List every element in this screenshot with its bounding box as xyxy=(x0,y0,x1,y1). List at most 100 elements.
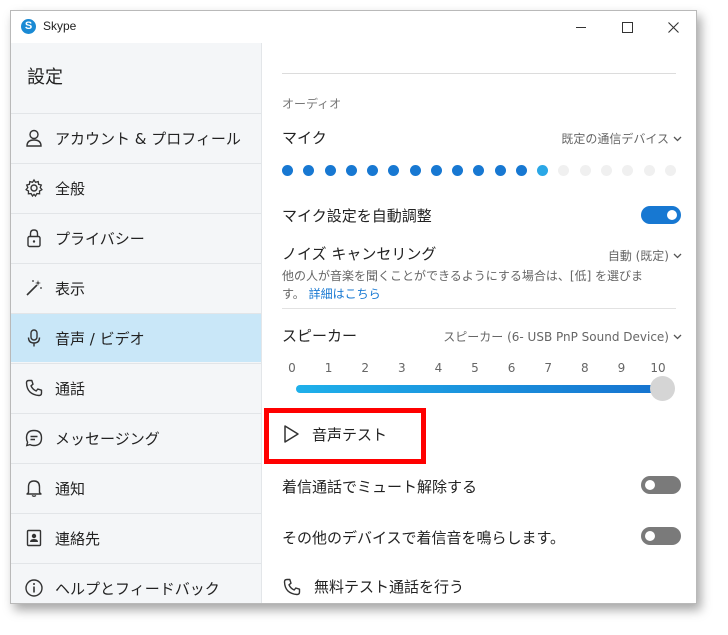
mic-level-dot xyxy=(367,164,379,176)
divider xyxy=(282,308,676,309)
magic-wand-icon xyxy=(23,277,45,299)
volume-tick-label: 0 xyxy=(288,361,296,375)
sidebar-item-label: プライバシー xyxy=(55,229,145,248)
chevron-down-icon xyxy=(673,136,682,141)
settings-sidebar: 設定 アカウント & プロフィール 全般 プライバシー 表示 音声 / ビデオ … xyxy=(11,43,262,603)
speaker-device-value: スピーカー (6- USB PnP Sound Device) xyxy=(443,330,669,344)
speaker-device-select[interactable]: スピーカー (6- USB PnP Sound Device) xyxy=(443,328,682,345)
sidebar-item-label: 表示 xyxy=(55,279,86,298)
sidebar-item-notifications[interactable]: 通知 xyxy=(11,463,261,512)
gear-icon xyxy=(23,177,45,199)
mic-level-dot xyxy=(430,164,442,176)
sidebar-item-audio-video[interactable]: 音声 / ビデオ xyxy=(11,313,261,362)
free-test-call-label: 無料テスト通話を行う xyxy=(314,578,465,596)
mic-device-select[interactable]: 既定の通信デバイス xyxy=(561,130,682,147)
sidebar-item-label: 連絡先 xyxy=(55,529,101,548)
close-button[interactable] xyxy=(650,11,696,43)
sidebar-item-account[interactable]: アカウント & プロフィール xyxy=(11,113,261,162)
sidebar-item-privacy[interactable]: プライバシー xyxy=(11,213,261,262)
mic-level-dot xyxy=(558,164,570,176)
window-title: Skype xyxy=(43,19,77,33)
skype-window: S Skype 設定 アカウント & プロフィール 全般 プライバシー 表示 音… xyxy=(10,10,697,604)
phone-icon xyxy=(23,377,45,399)
mic-device-value: 既定の通信デバイス xyxy=(561,132,669,146)
minimize-icon xyxy=(576,26,586,28)
speaker-volume-thumb[interactable] xyxy=(650,376,675,401)
highlight-box xyxy=(264,408,426,464)
volume-tick-label: 4 xyxy=(434,361,443,375)
divider xyxy=(282,73,676,74)
volume-tick-label: 7 xyxy=(544,361,552,375)
sidebar-item-label: アカウント & プロフィール xyxy=(55,129,241,148)
noise-cancel-label: ノイズ キャンセリング xyxy=(282,245,437,263)
title-bar: S Skype xyxy=(11,11,696,43)
mic-level-dot xyxy=(303,164,315,176)
volume-tick-label: 2 xyxy=(361,361,369,375)
sidebar-item-calls[interactable]: 通話 xyxy=(11,363,261,412)
speaker-volume-slider[interactable] xyxy=(296,385,666,393)
toggle-knob xyxy=(667,210,677,220)
mic-level-dot xyxy=(282,164,293,176)
skype-logo-icon: S xyxy=(21,19,36,34)
close-icon xyxy=(667,21,679,33)
learn-more-link[interactable]: 詳細はこちら xyxy=(309,287,381,301)
info-icon xyxy=(23,577,45,599)
mic-level-dot xyxy=(643,164,655,176)
toggle-knob xyxy=(645,531,655,541)
mic-level-dot xyxy=(473,164,485,176)
minimize-button[interactable] xyxy=(558,11,604,43)
mic-level-dot xyxy=(388,164,400,176)
ring-other-devices-toggle[interactable] xyxy=(641,527,681,545)
volume-tick-label: 1 xyxy=(324,361,333,375)
person-icon xyxy=(23,127,45,149)
mic-level-dot xyxy=(345,164,357,176)
lock-icon xyxy=(23,227,45,249)
ring-other-devices-label: その他のデバイスで着信音を鳴らします。 xyxy=(282,529,566,547)
sidebar-item-messaging[interactable]: メッセージング xyxy=(11,413,261,462)
maximize-button[interactable] xyxy=(604,11,650,43)
unmute-incoming-label: 着信通話でミュート解除する xyxy=(282,478,478,496)
mic-label: マイク xyxy=(282,129,327,147)
mic-level-dot xyxy=(579,164,591,176)
volume-tick-label: 6 xyxy=(507,361,516,375)
audio-video-settings: オーディオ マイク 既定の通信デバイス マイク設定を自動調整 ノイズ キャンセリ… xyxy=(262,43,696,603)
noise-cancel-description: 他の人が音楽を聞くことができるようにする場合は、[低] を選びます。 詳細はこち… xyxy=(282,267,652,303)
volume-tick-label: 10 xyxy=(650,361,666,375)
sidebar-item-general[interactable]: 全般 xyxy=(11,163,261,212)
sidebar-item-help[interactable]: ヘルプとフィードバック xyxy=(11,563,261,603)
sidebar-item-appearance[interactable]: 表示 xyxy=(11,263,261,312)
auto-adjust-label: マイク設定を自動調整 xyxy=(282,207,432,225)
sidebar-item-contacts[interactable]: 連絡先 xyxy=(11,513,261,562)
sidebar-item-label: ヘルプとフィードバック xyxy=(55,579,220,598)
sidebar-item-label: 音声 / ビデオ xyxy=(55,329,145,348)
chevron-down-icon xyxy=(673,253,682,258)
sidebar-item-label: 通知 xyxy=(55,479,86,498)
mic-level-dot xyxy=(537,164,549,176)
chat-bubble-icon xyxy=(23,427,45,449)
mic-level-dot xyxy=(515,164,527,176)
auto-adjust-toggle[interactable] xyxy=(641,206,681,224)
sidebar-item-label: 全般 xyxy=(55,179,86,198)
sidebar-item-label: 通話 xyxy=(55,379,86,398)
mic-level-dot xyxy=(664,164,676,176)
volume-tick-label: 8 xyxy=(580,361,589,375)
chevron-down-icon xyxy=(673,334,682,339)
unmute-incoming-toggle[interactable] xyxy=(641,476,681,494)
volume-tick-label: 3 xyxy=(397,361,406,375)
sidebar-item-label: メッセージング xyxy=(55,429,160,448)
noise-cancel-value: 自動 (既定) xyxy=(607,249,669,263)
mic-level-dot xyxy=(324,164,336,176)
mic-level-meter xyxy=(282,164,676,176)
mic-level-dot xyxy=(622,164,634,176)
speaker-volume-scale: 0 1 2 3 4 5 6 7 8 9 10 xyxy=(288,361,665,375)
noise-cancel-select[interactable]: 自動 (既定) xyxy=(608,247,682,264)
volume-tick-label: 5 xyxy=(471,361,479,375)
microphone-icon xyxy=(23,327,45,349)
mic-level-dot xyxy=(409,164,421,176)
phone-icon xyxy=(283,578,301,595)
toggle-knob xyxy=(645,480,655,490)
audio-section-label: オーディオ xyxy=(282,97,342,111)
free-test-call-link[interactable]: 無料テスト通話を行う xyxy=(282,576,464,597)
bell-icon xyxy=(23,477,45,499)
maximize-icon xyxy=(621,21,633,33)
